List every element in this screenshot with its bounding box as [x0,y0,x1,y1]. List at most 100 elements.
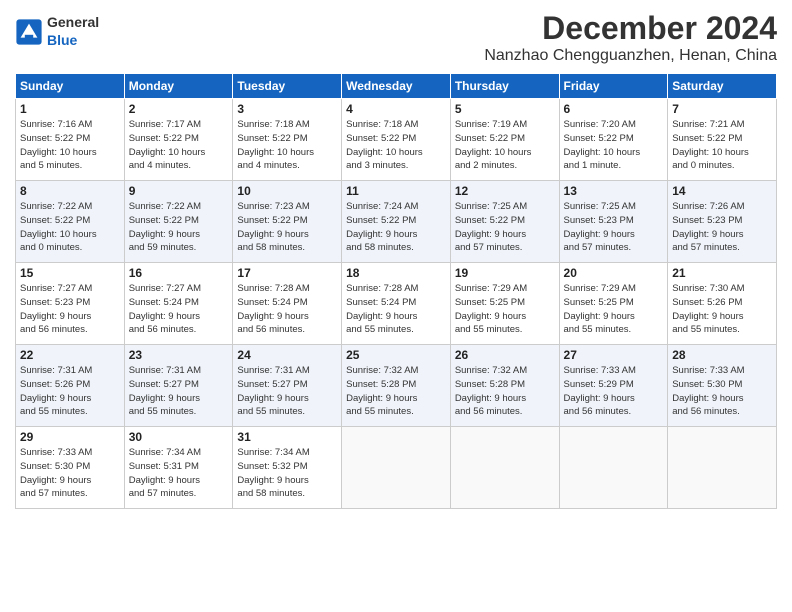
day-info: Sunrise: 7:22 AMSunset: 5:22 PMDaylight:… [129,200,229,255]
calendar-cell: 29 Sunrise: 7:33 AMSunset: 5:30 PMDayligh… [16,427,125,509]
day-info: Sunrise: 7:27 AMSunset: 5:23 PMDaylight:… [20,282,120,337]
calendar-cell [559,427,668,509]
day-number: 19 [455,266,555,280]
calendar-cell [342,427,451,509]
calendar-week-row: 8 Sunrise: 7:22 AMSunset: 5:22 PMDaylight… [16,181,777,263]
day-info: Sunrise: 7:16 AMSunset: 5:22 PMDaylight:… [20,118,120,173]
day-number: 1 [20,102,120,116]
calendar-cell: 19Sunrise: 7:29 AMSunset: 5:25 PMDayligh… [450,263,559,345]
day-number: 14 [672,184,772,198]
location-title: Nanzhao Chengguanzhen, Henan, China [484,47,777,65]
calendar-cell: 26 Sunrise: 7:32 AMSunset: 5:28 PMDayligh… [450,345,559,427]
day-number: 21 [672,266,772,280]
day-info: Sunrise: 7:17 AMSunset: 5:22 PMDaylight:… [129,118,229,173]
day-info: Sunrise: 7:21 AMSunset: 5:22 PMDaylight:… [672,118,772,173]
main-container: General Blue December 2024 Nanzhao Cheng… [0,0,792,519]
day-info: Sunrise: 7:18 AMSunset: 5:22 PMDaylight:… [346,118,446,173]
title-area: December 2024 Nanzhao Chengguanzhen, Hen… [484,10,777,65]
day-number: 31 [237,430,337,444]
day-info: Sunrise: 7:25 AMSunset: 5:22 PMDaylight:… [455,200,555,255]
day-info: Sunrise: 7:31 AMSunset: 5:27 PMDaylight:… [237,364,337,419]
day-info: Sunrise: 7:25 AMSunset: 5:23 PMDaylight:… [564,200,664,255]
day-info: Sunrise: 7:23 AMSunset: 5:22 PMDaylight:… [237,200,337,255]
day-info: Sunrise: 7:28 AMSunset: 5:24 PMDaylight:… [346,282,446,337]
day-info: Sunrise: 7:30 AMSunset: 5:26 PMDaylight:… [672,282,772,337]
day-number: 8 [20,184,120,198]
day-info: Sunrise: 7:34 AMSunset: 5:32 PMDaylight:… [237,446,337,501]
calendar-cell: 7 Sunrise: 7:21 AMSunset: 5:22 PMDaylight… [668,99,777,181]
logo-icon [15,18,43,46]
day-info: Sunrise: 7:33 AMSunset: 5:30 PMDaylight:… [20,446,120,501]
day-number: 16 [129,266,229,280]
day-info: Sunrise: 7:26 AMSunset: 5:23 PMDaylight:… [672,200,772,255]
calendar-table: SundayMondayTuesdayWednesdayThursdayFrid… [15,73,777,509]
day-number: 2 [129,102,229,116]
calendar-week-row: 29 Sunrise: 7:33 AMSunset: 5:30 PMDayligh… [16,427,777,509]
day-info: Sunrise: 7:29 AMSunset: 5:25 PMDaylight:… [564,282,664,337]
calendar-cell: 11 Sunrise: 7:24 AMSunset: 5:22 PMDayligh… [342,181,451,263]
day-info: Sunrise: 7:18 AMSunset: 5:22 PMDaylight:… [237,118,337,173]
calendar-cell: 3 Sunrise: 7:18 AMSunset: 5:22 PMDaylight… [233,99,342,181]
day-number: 11 [346,184,446,198]
day-info: Sunrise: 7:32 AMSunset: 5:28 PMDaylight:… [346,364,446,419]
day-info: Sunrise: 7:31 AMSunset: 5:27 PMDaylight:… [129,364,229,419]
calendar-cell: 1 Sunrise: 7:16 AMSunset: 5:22 PMDaylight… [16,99,125,181]
calendar-cell: 27Sunrise: 7:33 AMSunset: 5:29 PMDayligh… [559,345,668,427]
day-info: Sunrise: 7:31 AMSunset: 5:26 PMDaylight:… [20,364,120,419]
day-number: 30 [129,430,229,444]
day-number: 13 [564,184,664,198]
header: General Blue December 2024 Nanzhao Cheng… [15,10,777,65]
calendar-cell: 2 Sunrise: 7:17 AMSunset: 5:22 PMDaylight… [124,99,233,181]
calendar-cell: 31 Sunrise: 7:34 AMSunset: 5:32 PMDayligh… [233,427,342,509]
day-number: 9 [129,184,229,198]
calendar-cell: 22 Sunrise: 7:31 AMSunset: 5:26 PMDayligh… [16,345,125,427]
column-header-friday: Friday [559,74,668,99]
calendar-cell: 16Sunrise: 7:27 AMSunset: 5:24 PMDayligh… [124,263,233,345]
calendar-cell [450,427,559,509]
day-number: 24 [237,348,337,362]
calendar-cell: 15 Sunrise: 7:27 AMSunset: 5:23 PMDayligh… [16,263,125,345]
column-header-sunday: Sunday [16,74,125,99]
calendar-cell: 12Sunrise: 7:25 AMSunset: 5:22 PMDayligh… [450,181,559,263]
calendar-cell [668,427,777,509]
day-number: 3 [237,102,337,116]
calendar-body: 1 Sunrise: 7:16 AMSunset: 5:22 PMDaylight… [16,99,777,509]
day-info: Sunrise: 7:32 AMSunset: 5:28 PMDaylight:… [455,364,555,419]
day-number: 4 [346,102,446,116]
day-number: 28 [672,348,772,362]
column-header-monday: Monday [124,74,233,99]
day-number: 29 [20,430,120,444]
calendar-cell: 10 Sunrise: 7:23 AMSunset: 5:22 PMDayligh… [233,181,342,263]
day-number: 10 [237,184,337,198]
calendar-cell: 5 Sunrise: 7:19 AMSunset: 5:22 PMDaylight… [450,99,559,181]
day-info: Sunrise: 7:34 AMSunset: 5:31 PMDaylight:… [129,446,229,501]
day-number: 18 [346,266,446,280]
calendar-cell: 9 Sunrise: 7:22 AMSunset: 5:22 PMDaylight… [124,181,233,263]
calendar-week-row: 22 Sunrise: 7:31 AMSunset: 5:26 PMDayligh… [16,345,777,427]
calendar-cell: 20Sunrise: 7:29 AMSunset: 5:25 PMDayligh… [559,263,668,345]
calendar-cell: 13 Sunrise: 7:25 AMSunset: 5:23 PMDayligh… [559,181,668,263]
day-number: 7 [672,102,772,116]
column-header-wednesday: Wednesday [342,74,451,99]
calendar-cell: 8 Sunrise: 7:22 AMSunset: 5:22 PMDaylight… [16,181,125,263]
day-number: 22 [20,348,120,362]
day-info: Sunrise: 7:19 AMSunset: 5:22 PMDaylight:… [455,118,555,173]
column-header-thursday: Thursday [450,74,559,99]
day-number: 26 [455,348,555,362]
day-info: Sunrise: 7:20 AMSunset: 5:22 PMDaylight:… [564,118,664,173]
day-number: 17 [237,266,337,280]
day-number: 15 [20,266,120,280]
calendar-cell: 21 Sunrise: 7:30 AMSunset: 5:26 PMDayligh… [668,263,777,345]
day-number: 5 [455,102,555,116]
calendar-cell: 14 Sunrise: 7:26 AMSunset: 5:23 PMDayligh… [668,181,777,263]
day-number: 27 [564,348,664,362]
calendar-cell: 6Sunrise: 7:20 AMSunset: 5:22 PMDaylight… [559,99,668,181]
day-number: 23 [129,348,229,362]
day-info: Sunrise: 7:22 AMSunset: 5:22 PMDaylight:… [20,200,120,255]
column-header-saturday: Saturday [668,74,777,99]
calendar-header-row: SundayMondayTuesdayWednesdayThursdayFrid… [16,74,777,99]
day-number: 25 [346,348,446,362]
calendar-cell: 23 Sunrise: 7:31 AMSunset: 5:27 PMDayligh… [124,345,233,427]
calendar-cell: 28Sunrise: 7:33 AMSunset: 5:30 PMDayligh… [668,345,777,427]
day-info: Sunrise: 7:24 AMSunset: 5:22 PMDaylight:… [346,200,446,255]
